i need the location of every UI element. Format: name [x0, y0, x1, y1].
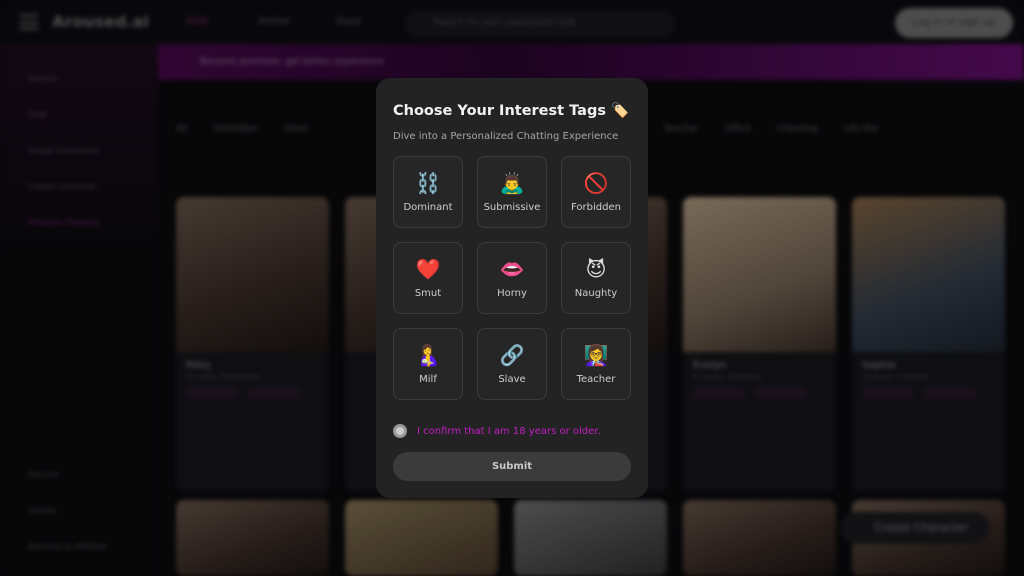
age-confirm-radio[interactable] [393, 424, 407, 438]
tag-label: Slave [498, 373, 526, 385]
tag-horny-icon: 👄 [499, 256, 525, 281]
age-confirm[interactable]: I confirm that I am 18 years or older. [393, 424, 601, 438]
tag-label: Dominant [403, 201, 453, 213]
tag-dominant[interactable]: ⛓️ Dominant [393, 156, 463, 228]
tag-teacher-icon: 👩‍🏫 [583, 342, 609, 367]
modal-title: Choose Your Interest Tags 🏷️ [393, 103, 630, 119]
tag-label: Teacher [576, 373, 616, 385]
tag-teacher[interactable]: 👩‍🏫 Teacher [561, 328, 631, 400]
tag-naughty[interactable]: 😈 Naughty [561, 242, 631, 314]
tag-smut-icon: ❤️ [415, 256, 441, 281]
tag-label: Horny [497, 287, 527, 299]
modal-subtitle: Dive into a Personalized Chatting Experi… [393, 131, 619, 142]
tag-submissive[interactable]: 🙇‍♂️ Submissive [477, 156, 547, 228]
tag-submissive-icon: 🙇‍♂️ [499, 170, 525, 195]
tag-label: Naughty [574, 287, 618, 299]
tag-label: Forbidden [571, 201, 621, 213]
tag-naughty-icon: 😈 [585, 256, 607, 281]
tag-dominant-icon: ⛓️ [415, 170, 441, 195]
tag-milf[interactable]: 🤱 Milf [393, 328, 463, 400]
tag-grid: ⛓️ Dominant 🙇‍♂️ Submissive 🚫 Forbidden ❤️ Smut… [393, 156, 631, 400]
tag-label: Milf [419, 373, 437, 385]
tag-label: Smut [414, 287, 442, 299]
interest-tags-modal: Choose Your Interest Tags 🏷️ Dive into a… [376, 78, 648, 498]
tag-milf-icon: 🤱 [415, 342, 441, 367]
tag-horny[interactable]: 👄 Horny [477, 242, 547, 314]
tag-forbidden-icon: 🚫 [583, 170, 609, 195]
tag-slave-icon: 🔗 [499, 342, 525, 367]
tag-forbidden[interactable]: 🚫 Forbidden [561, 156, 631, 228]
age-confirm-label[interactable]: I confirm that I am 18 years or older. [417, 426, 601, 437]
tag-slave[interactable]: 🔗 Slave [477, 328, 547, 400]
tag-smut[interactable]: ❤️ Smut [393, 242, 463, 314]
submit-button[interactable]: Submit [393, 452, 631, 481]
tag-label: Submissive [483, 201, 541, 213]
